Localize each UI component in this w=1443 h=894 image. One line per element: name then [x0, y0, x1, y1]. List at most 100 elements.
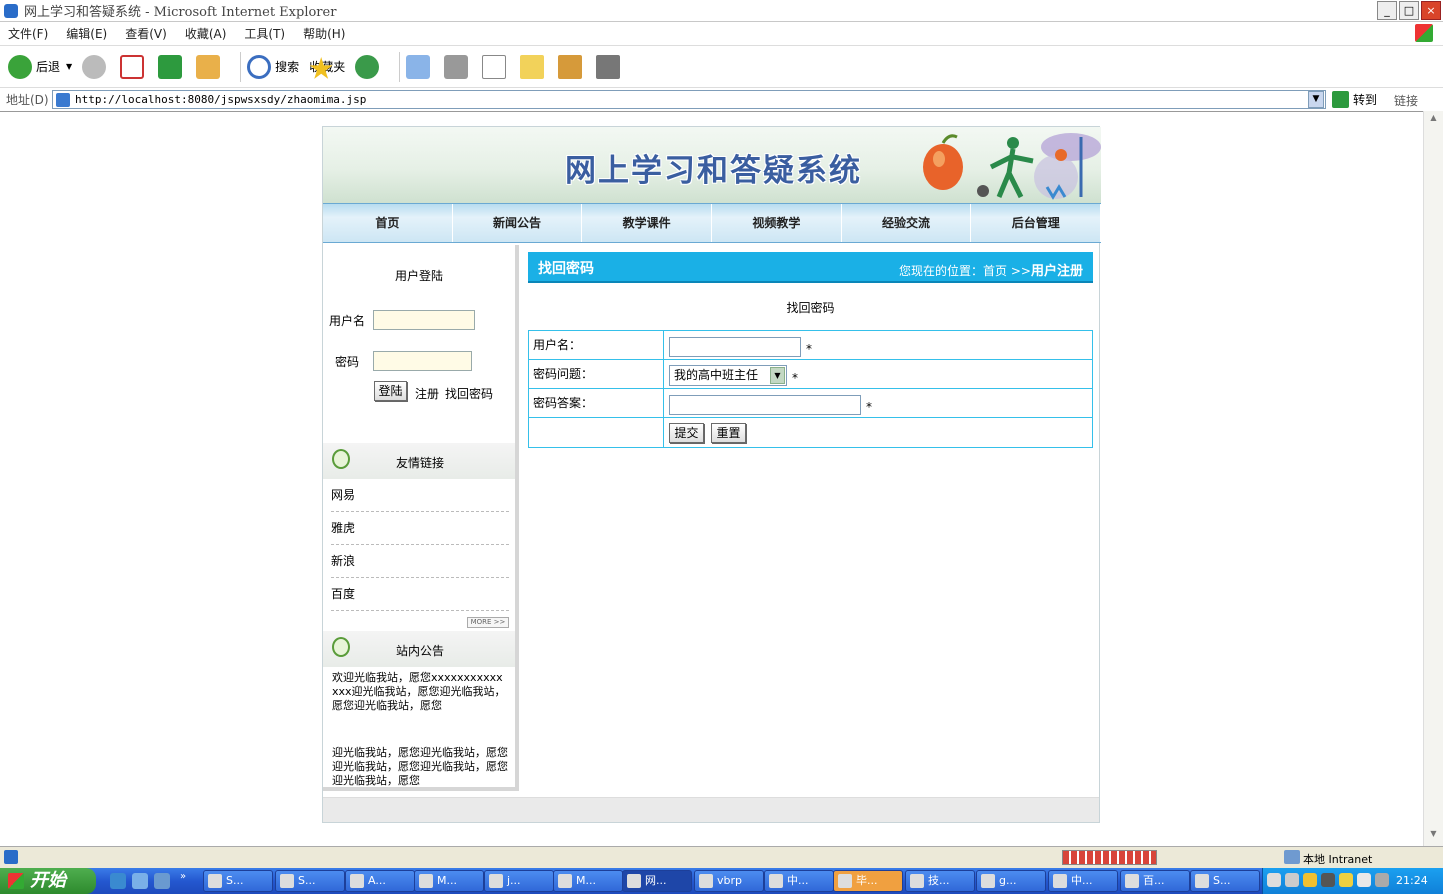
task-label: A... — [368, 874, 386, 887]
status-bar: 本地 Intranet — [0, 846, 1443, 868]
taskbar-item[interactable]: S... — [1190, 870, 1260, 892]
search-button[interactable]: 搜索 — [247, 54, 299, 79]
quicklaunch-more-icon[interactable]: » — [180, 871, 186, 882]
mail-button[interactable] — [406, 54, 434, 79]
refresh-button[interactable] — [158, 54, 186, 79]
back-button[interactable]: 后退 ▼ — [8, 54, 72, 79]
taskbar-item[interactable]: vbrp — [694, 870, 764, 892]
nav-video[interactable]: 视频教学 — [712, 204, 842, 242]
chevron-down-icon[interactable]: ▼ — [770, 367, 785, 384]
taskbar-item[interactable]: 中... — [764, 870, 834, 892]
nav-courseware[interactable]: 教学课件 — [582, 204, 713, 242]
submit-button[interactable]: 提交 — [669, 423, 704, 443]
menu-help[interactable]: 帮助(H) — [303, 25, 345, 42]
qq-icon[interactable] — [1339, 873, 1353, 887]
friend-link-item[interactable]: 雅虎 — [331, 512, 509, 545]
url-input[interactable]: http://localhost:8080/jspwsxsdy/zhaomima… — [52, 90, 1326, 109]
security-icon[interactable] — [1321, 873, 1335, 887]
tray-expand-icon[interactable] — [1285, 873, 1299, 887]
site-title: 网上学习和答疑系统 — [565, 153, 862, 189]
taskbar-item-active[interactable]: 网... — [622, 870, 692, 892]
back-arrow-icon — [8, 54, 32, 79]
close-button[interactable]: × — [1421, 1, 1441, 20]
menu-tools[interactable]: 工具(T) — [244, 25, 285, 42]
messenger-button[interactable] — [596, 54, 624, 79]
nav-news[interactable]: 新闻公告 — [453, 204, 583, 242]
menu-favorites[interactable]: 收藏(A) — [185, 25, 227, 42]
research-button[interactable] — [558, 54, 586, 79]
taskbar-item[interactable]: A... — [345, 870, 415, 892]
login-button[interactable]: 登陆 — [374, 381, 407, 401]
media-quicklaunch-icon[interactable] — [154, 873, 170, 889]
task-icon — [699, 874, 713, 888]
favorites-button[interactable]: 收藏夹 — [309, 57, 345, 79]
maximize-button[interactable]: □ — [1399, 1, 1419, 20]
history-button[interactable] — [355, 54, 383, 79]
minimize-button[interactable]: _ — [1377, 1, 1397, 20]
vertical-scrollbar[interactable]: ▲ ▼ — [1423, 111, 1443, 846]
task-label: j... — [507, 874, 521, 887]
links-button[interactable]: 链接 — [1394, 92, 1418, 109]
device-icon[interactable] — [1375, 873, 1389, 887]
reset-button[interactable]: 重置 — [711, 423, 746, 443]
task-label: 毕... — [856, 874, 878, 887]
taskbar-item[interactable]: 百... — [1120, 870, 1190, 892]
scroll-down-icon[interactable]: ▼ — [1426, 829, 1441, 844]
taskbar-item[interactable]: M... — [414, 870, 484, 892]
taskbar-item-flashing[interactable]: 毕... — [833, 870, 903, 892]
volume-icon[interactable] — [1357, 873, 1371, 887]
stop-button[interactable] — [120, 54, 148, 79]
ie-quicklaunch-icon[interactable] — [110, 873, 126, 889]
find-password-link[interactable]: 找回密码 — [445, 385, 493, 402]
taskbar-item[interactable]: S... — [275, 870, 345, 892]
taskbar-item[interactable]: 中... — [1048, 870, 1118, 892]
task-label: 中... — [1071, 874, 1093, 887]
scroll-up-icon[interactable]: ▲ — [1426, 113, 1441, 128]
friend-link-item[interactable]: 网易 — [331, 479, 509, 512]
menu-view[interactable]: 查看(V) — [125, 25, 167, 42]
question-select[interactable]: 我的高中班主任 ▼ — [669, 365, 787, 386]
main-header-bar: 找回密码 您现在的位置：首页 >>用户注册 — [528, 252, 1093, 283]
menu-edit[interactable]: 编辑(E) — [66, 25, 107, 42]
username-input[interactable] — [669, 337, 801, 357]
friend-link-item[interactable]: 新浪 — [331, 545, 509, 578]
register-link[interactable]: 注册 — [415, 385, 439, 402]
more-links-button[interactable]: MORE >> — [467, 617, 509, 628]
taskbar-item[interactable]: S... — [203, 870, 273, 892]
notice-title: 站内公告 — [396, 644, 445, 658]
folder-icon — [520, 54, 545, 79]
friend-links-header: 友情链接 — [323, 443, 519, 479]
print-button[interactable] — [444, 54, 472, 79]
home-button[interactable] — [196, 54, 224, 79]
login-password-input[interactable] — [373, 351, 472, 371]
start-button[interactable]: 开始 — [0, 868, 96, 894]
main-header-title: 找回密码 — [538, 261, 594, 277]
taskbar-item[interactable]: 技... — [905, 870, 975, 892]
address-dropdown-icon[interactable]: ▼ — [1308, 91, 1324, 108]
go-button[interactable]: 转到 — [1332, 91, 1377, 108]
task-icon — [1195, 874, 1209, 888]
taskbar-item[interactable]: M... — [553, 870, 623, 892]
network-icon[interactable] — [1303, 873, 1317, 887]
friend-link-item[interactable]: 百度 — [331, 578, 509, 611]
answer-input[interactable] — [669, 395, 861, 415]
banner-illustration — [923, 133, 1101, 200]
forward-button[interactable] — [82, 54, 110, 79]
back-dropdown-icon[interactable]: ▼ — [66, 62, 72, 71]
windows-flag-icon — [8, 873, 24, 889]
folder-button[interactable] — [520, 54, 548, 79]
go-label: 转到 — [1353, 93, 1378, 107]
browser-toolbar: 后退 ▼ 搜索 收藏夹 — [0, 45, 1443, 87]
taskbar-item[interactable]: j... — [484, 870, 554, 892]
desktop-quicklaunch-icon[interactable] — [132, 873, 148, 889]
menu-file[interactable]: 文件(F) — [8, 25, 48, 42]
keyboard-icon[interactable] — [1267, 873, 1281, 887]
nav-admin[interactable]: 后台管理 — [971, 204, 1102, 242]
nav-experience[interactable]: 经验交流 — [842, 204, 972, 242]
task-label: vbrp — [717, 874, 742, 887]
edit-button[interactable] — [482, 54, 510, 79]
login-username-input[interactable] — [373, 310, 475, 330]
taskbar-item[interactable]: g... — [976, 870, 1046, 892]
required-mark: * — [792, 371, 798, 385]
nav-home[interactable]: 首页 — [323, 204, 453, 242]
